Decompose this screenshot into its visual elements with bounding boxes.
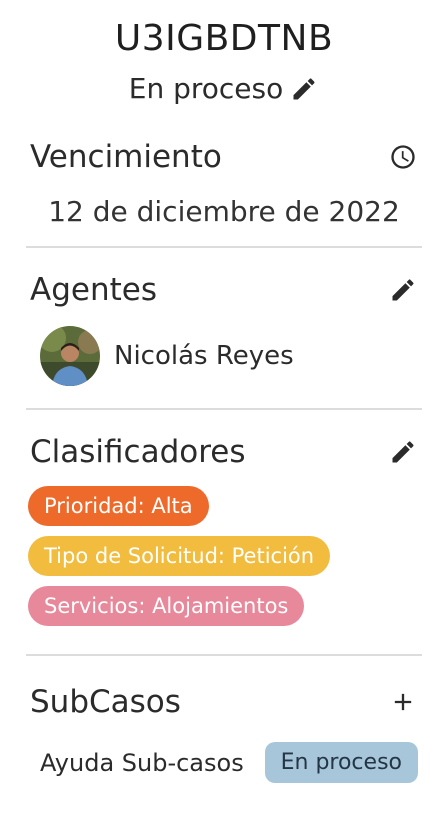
case-status: En proceso: [128, 72, 284, 105]
due-section: Vencimiento 12 de diciembre de 2022: [0, 139, 448, 228]
edit-agents-icon[interactable]: [388, 275, 418, 305]
subcase-status-badge: En proceso: [264, 742, 418, 783]
divider: [26, 408, 422, 410]
case-header: U3IGBDTNB En proceso: [0, 0, 448, 105]
edit-classifiers-icon[interactable]: [388, 437, 418, 467]
agents-section: Agentes Nicolás Reyes: [0, 272, 448, 386]
add-icon[interactable]: [388, 687, 418, 717]
chip-servicios[interactable]: Servicios: Alojamientos: [28, 586, 305, 626]
classifiers-title: Clasificadores: [30, 434, 246, 470]
case-status-row: En proceso: [0, 72, 448, 105]
chip-prioridad[interactable]: Prioridad: Alta: [28, 486, 209, 526]
agents-title: Agentes: [30, 272, 157, 308]
subcase-name: Ayuda Sub-casos: [40, 748, 244, 777]
due-date: 12 de diciembre de 2022: [48, 195, 400, 228]
agent-name: Nicolás Reyes: [114, 341, 294, 371]
divider: [26, 246, 422, 248]
agent-item[interactable]: Nicolás Reyes: [30, 326, 418, 386]
subcases-title: SubCasos: [30, 684, 181, 720]
clock-icon[interactable]: [388, 142, 418, 172]
divider: [26, 654, 422, 656]
chip-tipo-solicitud[interactable]: Tipo de Solicitud: Petición: [28, 536, 331, 576]
classifiers-section: Clasificadores Prioridad: Alta Tipo de S…: [0, 434, 448, 626]
subcase-item[interactable]: Ayuda Sub-casos En proceso: [30, 742, 418, 783]
avatar: [40, 326, 100, 386]
due-title: Vencimiento: [30, 139, 222, 175]
subcases-section: SubCasos Ayuda Sub-casos En proceso: [0, 684, 448, 783]
edit-status-icon[interactable]: [289, 74, 319, 104]
case-id: U3IGBDTNB: [114, 18, 334, 59]
